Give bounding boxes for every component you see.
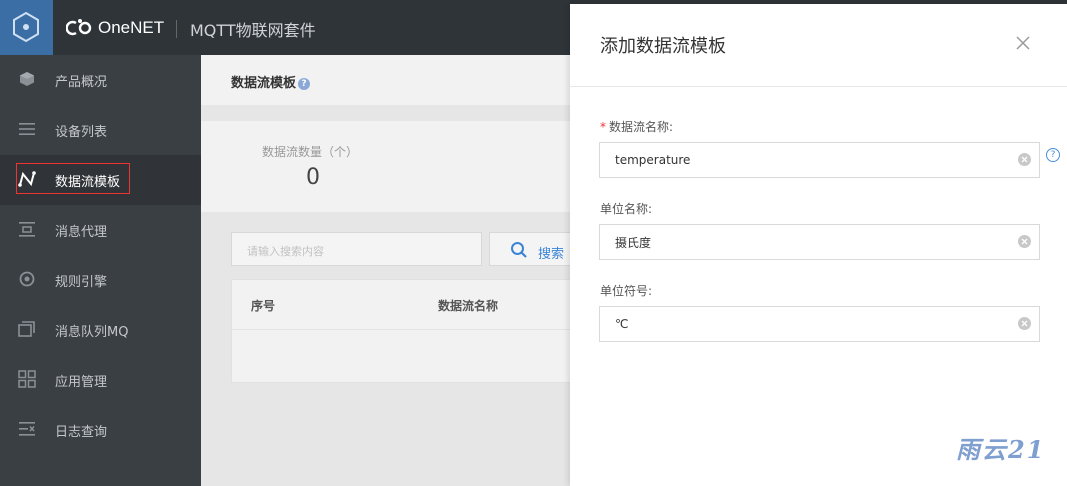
home-logo-button[interactable] xyxy=(0,0,53,55)
onenet-logo-icon xyxy=(66,19,92,36)
sidebar-item-device-list[interactable]: 设备列表 xyxy=(0,105,201,155)
sidebar-item-label: 消息队列MQ xyxy=(55,325,129,340)
sidebar-item-rule-engine[interactable]: 规则引擎 xyxy=(0,255,201,305)
sidebar-item-message-proxy[interactable]: 消息代理 xyxy=(0,205,201,255)
search-button-label: 搜索 xyxy=(538,247,565,262)
main-content: 数据流模板? 数据流数量（个） 0 请输入搜索内容 搜索 序号 数据流名称 xyxy=(201,55,579,486)
message-proxy-icon xyxy=(19,222,35,237)
list-icon xyxy=(19,123,35,135)
add-data-stream-template-panel: 添加数据流模板 *数据流名称: ? 单位名称: 单位符号: 雨云21 xyxy=(570,4,1067,486)
brand-name: OneNET xyxy=(98,18,165,37)
active-item-highlight xyxy=(16,163,130,194)
column-header-stream-name: 数据流名称 xyxy=(438,299,499,313)
sidebar-item-log-query[interactable]: 日志查询 xyxy=(0,405,201,455)
unit-symbol-input[interactable] xyxy=(600,307,1015,341)
grid-icon xyxy=(18,370,36,388)
search-icon xyxy=(511,242,527,258)
page-title-text: 数据流模板 xyxy=(231,76,297,91)
sidebar-item-label: 应用管理 xyxy=(55,375,108,390)
sidebar: 产品概况 设备列表 数据流模板 消息代理 规则引擎 消息队列MQ 应用管理 日志… xyxy=(0,55,201,486)
search-button[interactable]: 搜索 xyxy=(489,232,579,266)
rule-engine-icon xyxy=(19,271,35,287)
help-icon[interactable]: ? xyxy=(298,77,311,90)
column-header-index: 序号 xyxy=(251,299,276,313)
brand-logo[interactable]: OneNET xyxy=(66,15,164,41)
clear-icon[interactable] xyxy=(1018,235,1031,248)
field-label-unit-name: 单位名称: xyxy=(600,202,653,216)
sidebar-item-product-overview[interactable]: 产品概况 xyxy=(0,55,201,105)
hexagon-logo-icon xyxy=(13,11,39,43)
stat-label: 数据流数量（个） xyxy=(262,145,359,159)
sidebar-item-label: 设备列表 xyxy=(55,125,108,140)
sidebar-item-label: 消息代理 xyxy=(55,225,108,240)
unit-name-field[interactable] xyxy=(599,224,1040,260)
unit-name-input[interactable] xyxy=(600,225,1015,259)
clear-icon[interactable] xyxy=(1018,153,1031,166)
unit-symbol-field[interactable] xyxy=(599,306,1040,342)
product-name: MQTT物联网套件 xyxy=(190,21,316,40)
field-label-stream-name: * 数据流名称: xyxy=(600,118,673,135)
stream-name-field[interactable] xyxy=(599,142,1040,178)
page-title: 数据流模板? xyxy=(231,72,311,91)
stream-name-input[interactable] xyxy=(600,143,1015,177)
sidebar-item-label: 产品概况 xyxy=(55,75,108,90)
search-placeholder: 请输入搜索内容 xyxy=(247,245,324,258)
help-icon[interactable]: ? xyxy=(1046,148,1060,162)
search-input[interactable]: 请输入搜索内容 xyxy=(231,232,482,266)
stat-panel: 数据流数量（个） 0 xyxy=(201,121,570,212)
log-icon xyxy=(19,422,35,436)
sidebar-item-message-queue[interactable]: 消息队列MQ xyxy=(0,305,201,355)
clear-icon[interactable] xyxy=(1018,317,1031,330)
required-mark: * xyxy=(600,120,606,134)
panel-title: 添加数据流模板 xyxy=(600,36,726,57)
sidebar-item-label: 规则引擎 xyxy=(55,275,108,290)
panel-divider xyxy=(570,86,1067,87)
page-header: 数据流模板? xyxy=(201,55,570,105)
watermark: 雨云21 xyxy=(956,435,1046,464)
cube-icon xyxy=(20,72,34,86)
stat-value: 0 xyxy=(306,165,320,190)
queue-icon xyxy=(18,321,35,337)
sidebar-item-label: 日志查询 xyxy=(55,425,108,440)
sidebar-item-app-management[interactable]: 应用管理 xyxy=(0,355,201,405)
data-stream-table: 序号 数据流名称 xyxy=(231,279,577,383)
field-label-text: 数据流名称: xyxy=(609,120,674,134)
table-header-row: 序号 数据流名称 xyxy=(232,280,577,330)
field-label-unit-symbol: 单位符号: xyxy=(600,284,653,298)
close-icon[interactable] xyxy=(1012,32,1034,54)
brand-divider xyxy=(176,20,177,38)
